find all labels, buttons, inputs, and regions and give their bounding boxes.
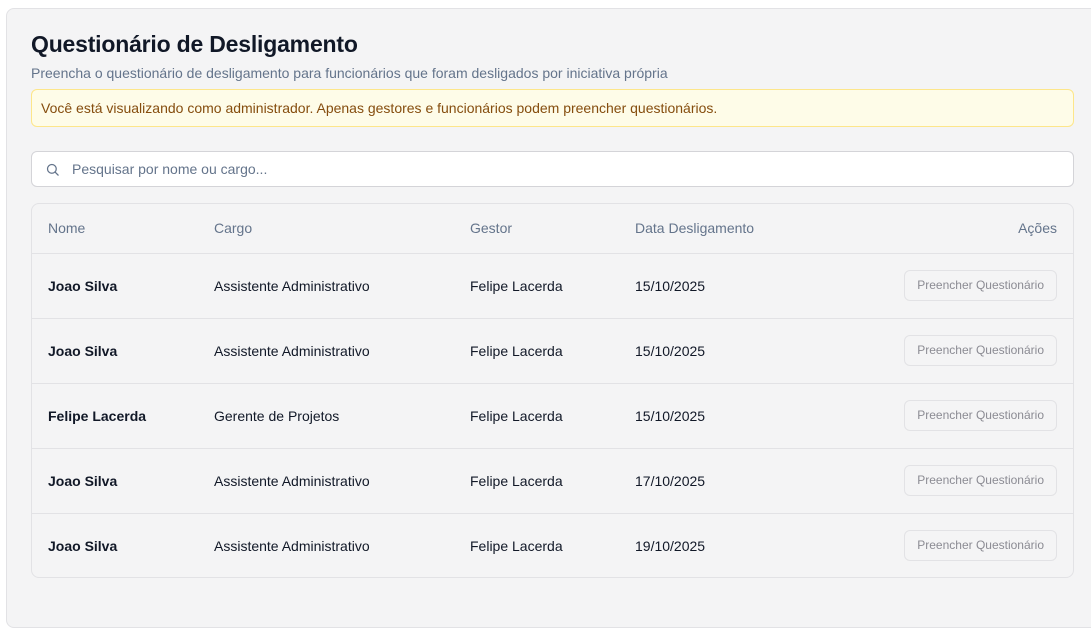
fill-questionnaire-button[interactable]: Preencher Questionário — [904, 270, 1057, 301]
cell-data: 19/10/2025 — [635, 537, 706, 554]
column-header-nome: Nome — [32, 204, 214, 254]
table-row: Joao Silva Assistente Administrativo Fel… — [32, 513, 1073, 577]
cell-nome: Felipe Lacerda — [32, 383, 214, 449]
search-input[interactable] — [72, 161, 1032, 177]
column-header-data: Data Desligamento — [635, 204, 835, 254]
page-subtitle: Preencha o questionário de desligamento … — [31, 65, 668, 81]
cell-data: 17/10/2025 — [635, 448, 835, 514]
cell-gestor: Felipe Lacerda — [470, 318, 635, 384]
column-header-gestor: Gestor — [470, 204, 635, 254]
table-row: Joao Silva Assistente Administrativo Fel… — [32, 318, 1073, 384]
cell-acoes: Preencher Questionário — [835, 253, 1073, 319]
admin-alert: Você está visualizando como administrado… — [31, 89, 1074, 127]
cell-acoes: Preencher Questionário — [835, 383, 1073, 449]
cell-acoes: Preencher Questionário — [835, 513, 1073, 577]
cell-cargo: Assistente Administrativo — [214, 318, 470, 384]
cell-gestor: Felipe Lacerda — [470, 383, 635, 449]
cell-gestor: Felipe Lacerda — [470, 253, 635, 319]
page-title: Questionário de Desligamento — [31, 31, 358, 57]
table-row: Joao Silva Assistente Administrativo Fel… — [32, 448, 1073, 514]
cell-gestor: Felipe Lacerda — [470, 537, 563, 554]
terminations-table: Nome Cargo Gestor Data Desligamento Açõe… — [31, 203, 1074, 578]
column-header-acoes: Ações — [835, 204, 1073, 254]
cell-cargo: Gerente de Projetos — [214, 383, 470, 449]
search-icon — [44, 161, 60, 177]
cell-cargo: Assistente Administrativo — [214, 537, 370, 554]
cell-data: 15/10/2025 — [635, 253, 835, 319]
cell-cargo: Assistente Administrativo — [214, 448, 470, 514]
cell-acoes: Preencher Questionário — [835, 448, 1073, 514]
fill-questionnaire-button[interactable]: Preencher Questionário — [904, 465, 1057, 496]
admin-alert-text: Você está visualizando como administrado… — [41, 100, 718, 116]
fill-questionnaire-button[interactable]: Preencher Questionário — [904, 400, 1057, 431]
cell-nome: Joao Silva — [32, 318, 214, 384]
cell-nome: Joao Silva — [32, 253, 214, 319]
table-row: Joao Silva Assistente Administrativo Fel… — [32, 253, 1073, 319]
table-header-row: Nome Cargo Gestor Data Desligamento Açõe… — [32, 204, 1073, 254]
cell-nome: Joao Silva — [48, 537, 118, 554]
cell-nome: Joao Silva — [32, 448, 214, 514]
cell-cargo: Assistente Administrativo — [214, 253, 470, 319]
cell-data: 15/10/2025 — [635, 318, 835, 384]
search-box[interactable] — [31, 151, 1074, 187]
cell-acoes: Preencher Questionário — [835, 318, 1073, 384]
column-header-cargo: Cargo — [214, 204, 470, 254]
cell-data: 15/10/2025 — [635, 383, 835, 449]
fill-questionnaire-button[interactable]: Preencher Questionário — [904, 335, 1057, 366]
table-row: Felipe Lacerda Gerente de Projetos Felip… — [32, 383, 1073, 449]
cell-gestor: Felipe Lacerda — [470, 448, 635, 514]
fill-questionnaire-button[interactable]: Preencher Questionário — [904, 530, 1057, 562]
